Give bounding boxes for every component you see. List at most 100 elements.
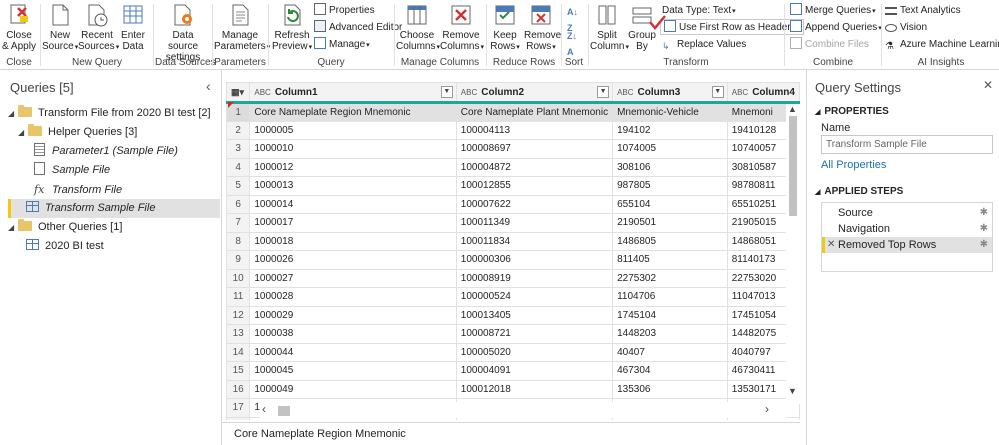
table-cell[interactable]: 100011834 — [455, 231, 614, 251]
applied-steps-section-header[interactable]: ◢ APPLIED STEPS — [815, 186, 903, 197]
gear-icon[interactable]: ✱ — [980, 237, 988, 253]
all-properties-link[interactable]: All Properties — [821, 159, 886, 171]
table-cell[interactable]: Core Nameplate Region Mnemonic — [249, 102, 457, 122]
table-row[interactable]: 15 1000045 100004091 467304 46730411 — [226, 361, 800, 381]
applied-step-removed-top-rows[interactable]: ✕ Removed Top Rows ✱ — [822, 237, 992, 253]
table-cell[interactable]: 40407 — [612, 342, 728, 362]
type-text-icon[interactable]: ABC — [732, 88, 748, 97]
column-header[interactable]: ABC Column2 ▼ — [455, 82, 614, 104]
row-number[interactable]: 16 — [226, 379, 251, 399]
table-cell[interactable]: 1000038 — [249, 324, 457, 344]
table-cell[interactable]: 100008919 — [455, 268, 614, 288]
close-icon[interactable]: ✕ — [983, 78, 993, 92]
row-number[interactable]: 7 — [226, 213, 251, 233]
row-number[interactable]: 10 — [226, 268, 251, 288]
table-row[interactable]: 1 Core Nameplate Region Mnemonic Core Name… — [226, 102, 800, 122]
delete-step-icon[interactable]: ✕ — [827, 237, 835, 253]
table-cell[interactable]: 308106 — [612, 157, 728, 177]
table-cell[interactable]: 100011349 — [455, 213, 614, 233]
query-item-transform-sample-file[interactable]: Transform Sample File — [8, 199, 220, 218]
recent-sources-button[interactable]: Recent Sources▾ — [78, 2, 119, 53]
table-cell[interactable]: 1000044 — [249, 342, 457, 362]
refresh-preview-button[interactable]: Refresh Preview▾ — [272, 2, 312, 53]
remove-columns-button[interactable]: Remove Columns▾ — [440, 2, 484, 53]
use-first-row-as-headers-button[interactable]: Use First Row as Headers▾ — [660, 19, 805, 35]
column-filter-dropdown-icon[interactable]: ▼ — [597, 86, 610, 98]
vertical-scroll-thumb[interactable] — [789, 116, 797, 216]
data-type-dropdown[interactable]: Data Type: Text▾ — [662, 3, 736, 19]
manage-button[interactable]: Manage▾ — [314, 37, 370, 53]
horizontal-scroll-thumb[interactable] — [278, 406, 290, 416]
table-row[interactable]: 11 1000028 100000524 1104706 11047013 — [226, 287, 800, 307]
applied-step-source[interactable]: Source ✱ — [822, 205, 992, 221]
table-cell[interactable]: 1000013 — [249, 176, 457, 196]
advanced-editor-button[interactable]: Advanced Editor — [314, 20, 402, 36]
table-cell[interactable]: 100004113 — [455, 120, 614, 140]
table-cell[interactable]: 100012855 — [455, 176, 614, 196]
row-number[interactable]: 3 — [226, 139, 251, 159]
collapse-pane-icon[interactable]: ‹ — [206, 78, 211, 94]
query-folder-other-queries[interactable]: ◢ Other Queries [1] — [8, 218, 122, 237]
query-folder-transform-file[interactable]: ◢ Transform File from 2020 BI test [2] — [8, 104, 211, 123]
table-cell[interactable]: 1000027 — [249, 268, 457, 288]
column-filter-dropdown-icon[interactable]: ▼ — [711, 86, 724, 98]
properties-section-header[interactable]: ◢ PROPERTIES — [815, 106, 889, 117]
table-cell[interactable]: 467304 — [612, 361, 728, 381]
table-cell[interactable]: 1745104 — [612, 305, 728, 325]
table-cell[interactable]: 100000524 — [455, 287, 614, 307]
table-cell[interactable]: 1000005 — [249, 120, 457, 140]
table-row[interactable]: 12 1000029 100013405 1745104 17451054 — [226, 305, 800, 325]
data-source-settings-button[interactable]: Data source settings — [157, 2, 209, 63]
table-cell[interactable]: 1104706 — [612, 287, 728, 307]
expand-triangle-icon[interactable]: ◢ — [18, 123, 28, 142]
gear-icon[interactable]: ✱ — [980, 205, 988, 221]
table-cell[interactable]: 1000012 — [249, 157, 457, 177]
type-text-icon[interactable]: ABC — [254, 88, 270, 97]
table-cell[interactable]: 1000017 — [249, 213, 457, 233]
expand-triangle-icon[interactable]: ◢ — [8, 104, 18, 123]
text-analytics-button[interactable]: Text Analytics — [885, 3, 961, 19]
table-cell[interactable]: 100000306 — [455, 250, 614, 270]
type-text-icon[interactable]: ABC — [461, 88, 477, 97]
row-number[interactable]: 6 — [226, 194, 251, 214]
table-cell[interactable]: 1448203 — [612, 324, 728, 344]
table-row[interactable]: 7 1000017 100011349 2190501 21905015 — [226, 213, 800, 233]
row-number[interactable]: 14 — [226, 342, 251, 362]
new-source-button[interactable]: New Source▾ — [42, 2, 78, 53]
sort-descending-button[interactable]: Z↓ A — [567, 28, 577, 57]
row-number[interactable]: 13 — [226, 324, 251, 344]
table-row[interactable]: 6 1000014 100007622 655104 65510251 — [226, 194, 800, 214]
azure-ml-button[interactable]: ⚗ Azure Machine Learning — [885, 37, 999, 53]
table-cell[interactable]: 2275302 — [612, 268, 728, 288]
enter-data-button[interactable]: Enter Data — [118, 2, 148, 52]
table-cell[interactable]: 135306 — [612, 379, 728, 399]
table-row[interactable]: 4 1000012 100004872 308106 30810587 — [226, 157, 800, 177]
expand-triangle-icon[interactable]: ◢ — [8, 218, 18, 237]
row-number[interactable]: 18 — [226, 416, 251, 420]
close-apply-button[interactable]: Close & Apply — [2, 2, 36, 52]
table-cell[interactable]: 100004872 — [455, 157, 614, 177]
table-cell[interactable]: 1000028 — [249, 287, 457, 307]
table-cell[interactable]: 2190501 — [612, 213, 728, 233]
append-queries-button[interactable]: Append Queries▾ — [790, 20, 882, 36]
scroll-right-icon[interactable]: › — [765, 402, 769, 416]
merge-queries-button[interactable]: Merge Queries▾ — [790, 3, 876, 19]
query-item-2020-bi-test[interactable]: 2020 BI test — [26, 237, 104, 256]
table-row[interactable]: 13 1000038 100008721 1448203 14482075 — [226, 324, 800, 344]
table-cell[interactable]: 100004091 — [455, 361, 614, 381]
choose-columns-button[interactable]: Choose Columns▾ — [396, 2, 440, 53]
row-number[interactable]: 12 — [226, 305, 251, 325]
query-item-transform-file[interactable]: fx Transform File — [34, 180, 122, 199]
query-name-input[interactable]: Transform Sample File — [821, 135, 993, 154]
table-cell[interactable]: 100008697 — [455, 139, 614, 159]
row-number[interactable]: 15 — [226, 361, 251, 381]
table-cell[interactable]: 1000049 — [249, 379, 457, 399]
collapse-triangle-icon[interactable]: ◢ — [815, 109, 820, 116]
table-cell[interactable]: 987805 — [612, 176, 728, 196]
table-row[interactable]: 14 1000044 100005020 40407 4040797 — [226, 342, 800, 362]
replace-values-button[interactable]: ↳ Replace Values — [662, 37, 746, 53]
horizontal-scrollbar[interactable]: ‹ › — [260, 402, 786, 418]
sort-ascending-button[interactable]: A↓ Z — [567, 4, 578, 33]
combine-files-button[interactable]: Combine Files — [790, 37, 869, 53]
row-number[interactable]: 17 — [226, 398, 251, 418]
